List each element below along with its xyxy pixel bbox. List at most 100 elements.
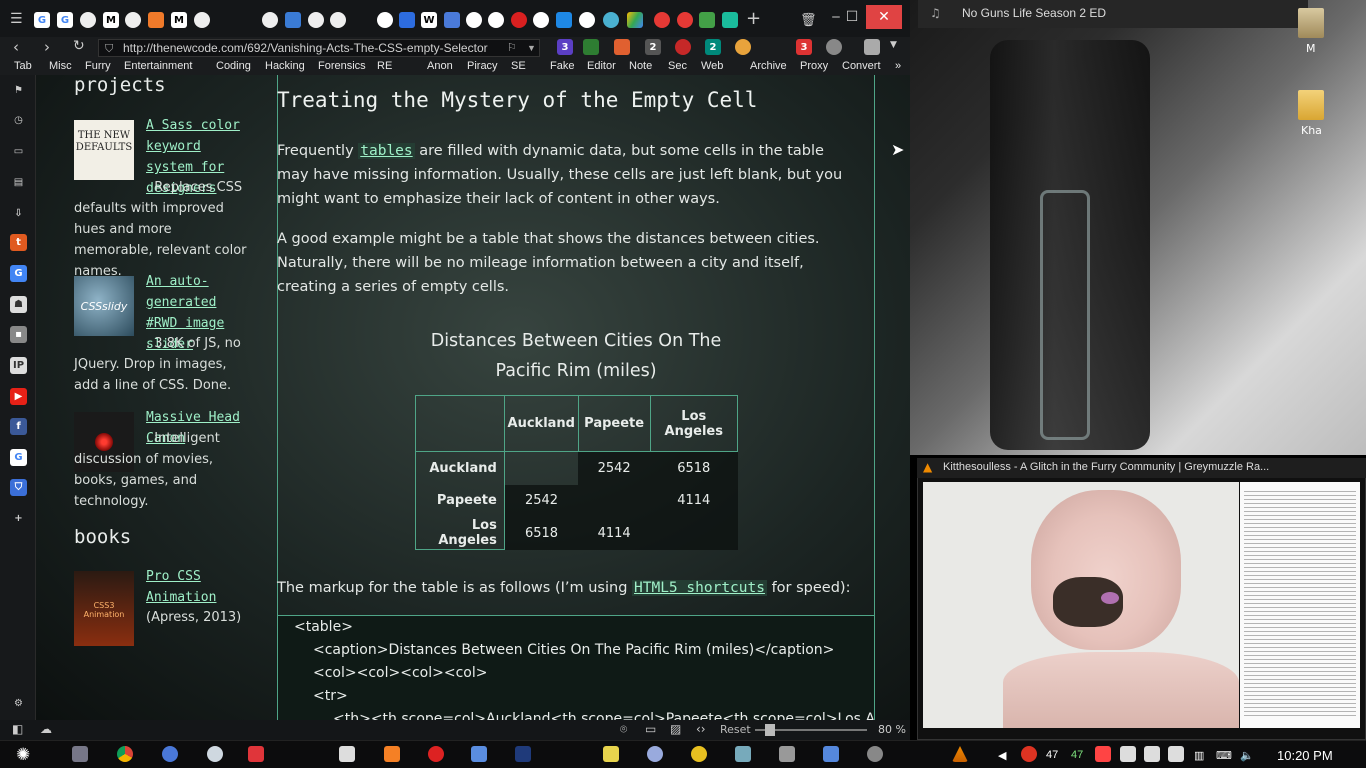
desktop-icon-label[interactable]: M: [1306, 42, 1316, 55]
project-thumbnail[interactable]: THE NEW DEFAULTS: [74, 120, 134, 180]
video-frame[interactable]: [923, 482, 1239, 728]
zoom-reset-button[interactable]: Reset: [720, 723, 751, 736]
bookmark-folder[interactable]: SE: [511, 60, 526, 72]
tab-favicon-github[interactable]: [125, 12, 141, 28]
bookmark-folder[interactable]: Sec: [668, 60, 687, 72]
folder-icon[interactable]: [1298, 90, 1324, 120]
tab-favicon-github[interactable]: [330, 12, 346, 28]
tab-favicon-drive[interactable]: [627, 12, 643, 28]
zoom-slider-handle[interactable]: [765, 724, 775, 736]
web-panel-icon[interactable]: t: [10, 234, 27, 251]
google-icon[interactable]: G: [10, 449, 27, 466]
bookmark-folder[interactable]: Archive: [750, 60, 787, 72]
back-icon[interactable]: ‹: [13, 38, 19, 56]
notepad-icon[interactable]: [471, 746, 487, 762]
taskbar-app-icon[interactable]: [691, 746, 707, 762]
folder-icon[interactable]: [1298, 8, 1324, 38]
tab-favicon-google[interactable]: [377, 12, 393, 28]
tab-favicon-blue[interactable]: [399, 12, 415, 28]
bookmark-folder[interactable]: Proxy: [800, 60, 828, 72]
tab-favicon-google[interactable]: [533, 12, 549, 28]
chrome-icon[interactable]: [117, 746, 133, 762]
tab-favicon-red[interactable]: [654, 12, 670, 28]
forward-icon[interactable]: ›: [44, 38, 50, 56]
tray-arrow-icon[interactable]: ◀: [998, 749, 1006, 762]
html5-shortcuts-link[interactable]: HTML5 shortcuts: [632, 580, 767, 596]
bookmarks-panel-icon[interactable]: ⚑: [10, 82, 27, 99]
bookmark-folder[interactable]: Web: [701, 60, 723, 72]
sublime-icon[interactable]: [384, 746, 400, 762]
bookmark-folder[interactable]: Piracy: [467, 60, 498, 72]
menu-chevron-icon[interactable]: ▼: [890, 40, 897, 50]
clock[interactable]: 10:20 PM: [1277, 748, 1333, 763]
tray-icon[interactable]: [1120, 746, 1136, 762]
tab-favicon-blue[interactable]: [556, 12, 572, 28]
cherry-icon[interactable]: [428, 746, 444, 762]
extension-icon[interactable]: 2: [645, 39, 661, 55]
tab-bar[interactable]: ☰ G G M M W + 🗑 ‒ ☐ ✕: [0, 0, 910, 37]
bookmark-folder[interactable]: Coding: [216, 60, 251, 72]
more-bookmarks-icon[interactable]: »: [895, 60, 901, 72]
taskbar-app-icon[interactable]: [823, 746, 839, 762]
taskbar-app-icon[interactable]: [647, 746, 663, 762]
tab-favicon-github[interactable]: [194, 12, 210, 28]
facebook-icon[interactable]: f: [10, 418, 27, 435]
tray-icon[interactable]: [1095, 746, 1111, 762]
reload-icon[interactable]: ↻: [73, 38, 85, 54]
extension-icon[interactable]: [675, 39, 691, 55]
extension-icon[interactable]: [614, 39, 630, 55]
network-icon[interactable]: ▥: [1194, 749, 1204, 762]
extension-icon[interactable]: 2: [705, 39, 721, 55]
calculator-icon[interactable]: [339, 746, 355, 762]
terminal-icon[interactable]: [515, 746, 531, 762]
add-panel-icon[interactable]: +: [10, 510, 27, 527]
zoom-slider[interactable]: [755, 724, 867, 736]
taskbar-app-icon[interactable]: [867, 746, 883, 762]
extension-icon[interactable]: [826, 39, 842, 55]
bookmark-folder[interactable]: Fake: [550, 60, 574, 72]
trash-icon[interactable]: 🗑: [800, 13, 817, 28]
bookmark-folder[interactable]: Hacking: [265, 60, 305, 72]
extension-icon[interactable]: [735, 39, 751, 55]
bookmark-folder[interactable]: Tab: [14, 60, 32, 72]
tab-favicon-green[interactable]: [699, 12, 715, 28]
tiling-icon[interactable]: ▭: [645, 722, 656, 736]
address-bar[interactable]: ⛉ http://thenewcode.com/692/Vanishing-Ac…: [98, 39, 540, 57]
tab-favicon-red[interactable]: [511, 12, 527, 28]
chevron-down-icon[interactable]: ▼: [527, 40, 536, 56]
tab-favicon-wikipedia[interactable]: W: [421, 12, 437, 28]
tab-favicon-github[interactable]: [262, 12, 278, 28]
taskbar-app-icon[interactable]: [735, 746, 751, 762]
book-link[interactable]: Pro CSS Animation: [146, 569, 216, 605]
taskbar-app-icon[interactable]: [207, 746, 223, 762]
vlc-title-bar[interactable]: ▲ Kitthesoulless - A Glitch in the Furry…: [917, 458, 1366, 478]
cloud-sync-icon[interactable]: ☁: [40, 722, 52, 736]
panel-toggle-icon[interactable]: ◧: [12, 722, 23, 736]
tab-favicon-github[interactable]: [80, 12, 96, 28]
settings-icon[interactable]: ⚙: [10, 695, 27, 712]
web-panel-icon[interactable]: IP: [10, 357, 27, 374]
bookmark-folder[interactable]: Note: [629, 60, 652, 72]
bookmark-folder[interactable]: Anon: [427, 60, 453, 72]
translate-icon[interactable]: G: [10, 265, 27, 282]
bookmark-folder[interactable]: Forensics: [318, 60, 366, 72]
tab-favicon-orange[interactable]: [148, 12, 164, 28]
notes-icon[interactable]: [603, 746, 619, 762]
book-thumbnail[interactable]: CSS3 Animation: [74, 571, 134, 646]
tables-link[interactable]: tables: [358, 143, 415, 159]
bookmark-icon[interactable]: ⚐: [507, 40, 517, 56]
code-icon[interactable]: ‹›: [696, 722, 706, 736]
history-icon[interactable]: ◷: [10, 112, 27, 129]
extension-icon[interactable]: [864, 39, 880, 55]
tray-mail-icon[interactable]: [1021, 746, 1037, 762]
tab-favicon-red[interactable]: [677, 12, 693, 28]
tab-favicon-google[interactable]: G: [57, 12, 73, 28]
tab-favicon-calc[interactable]: [444, 12, 460, 28]
tab-favicon-github[interactable]: [308, 12, 324, 28]
project-thumbnail[interactable]: CSSslidy: [74, 276, 134, 336]
tab-favicon-google[interactable]: G: [34, 12, 50, 28]
tray-icon[interactable]: [1168, 746, 1184, 762]
tab-favicon-medium[interactable]: M: [103, 12, 119, 28]
new-tab-icon[interactable]: +: [746, 8, 761, 29]
tab-favicon-blue[interactable]: [285, 12, 301, 28]
